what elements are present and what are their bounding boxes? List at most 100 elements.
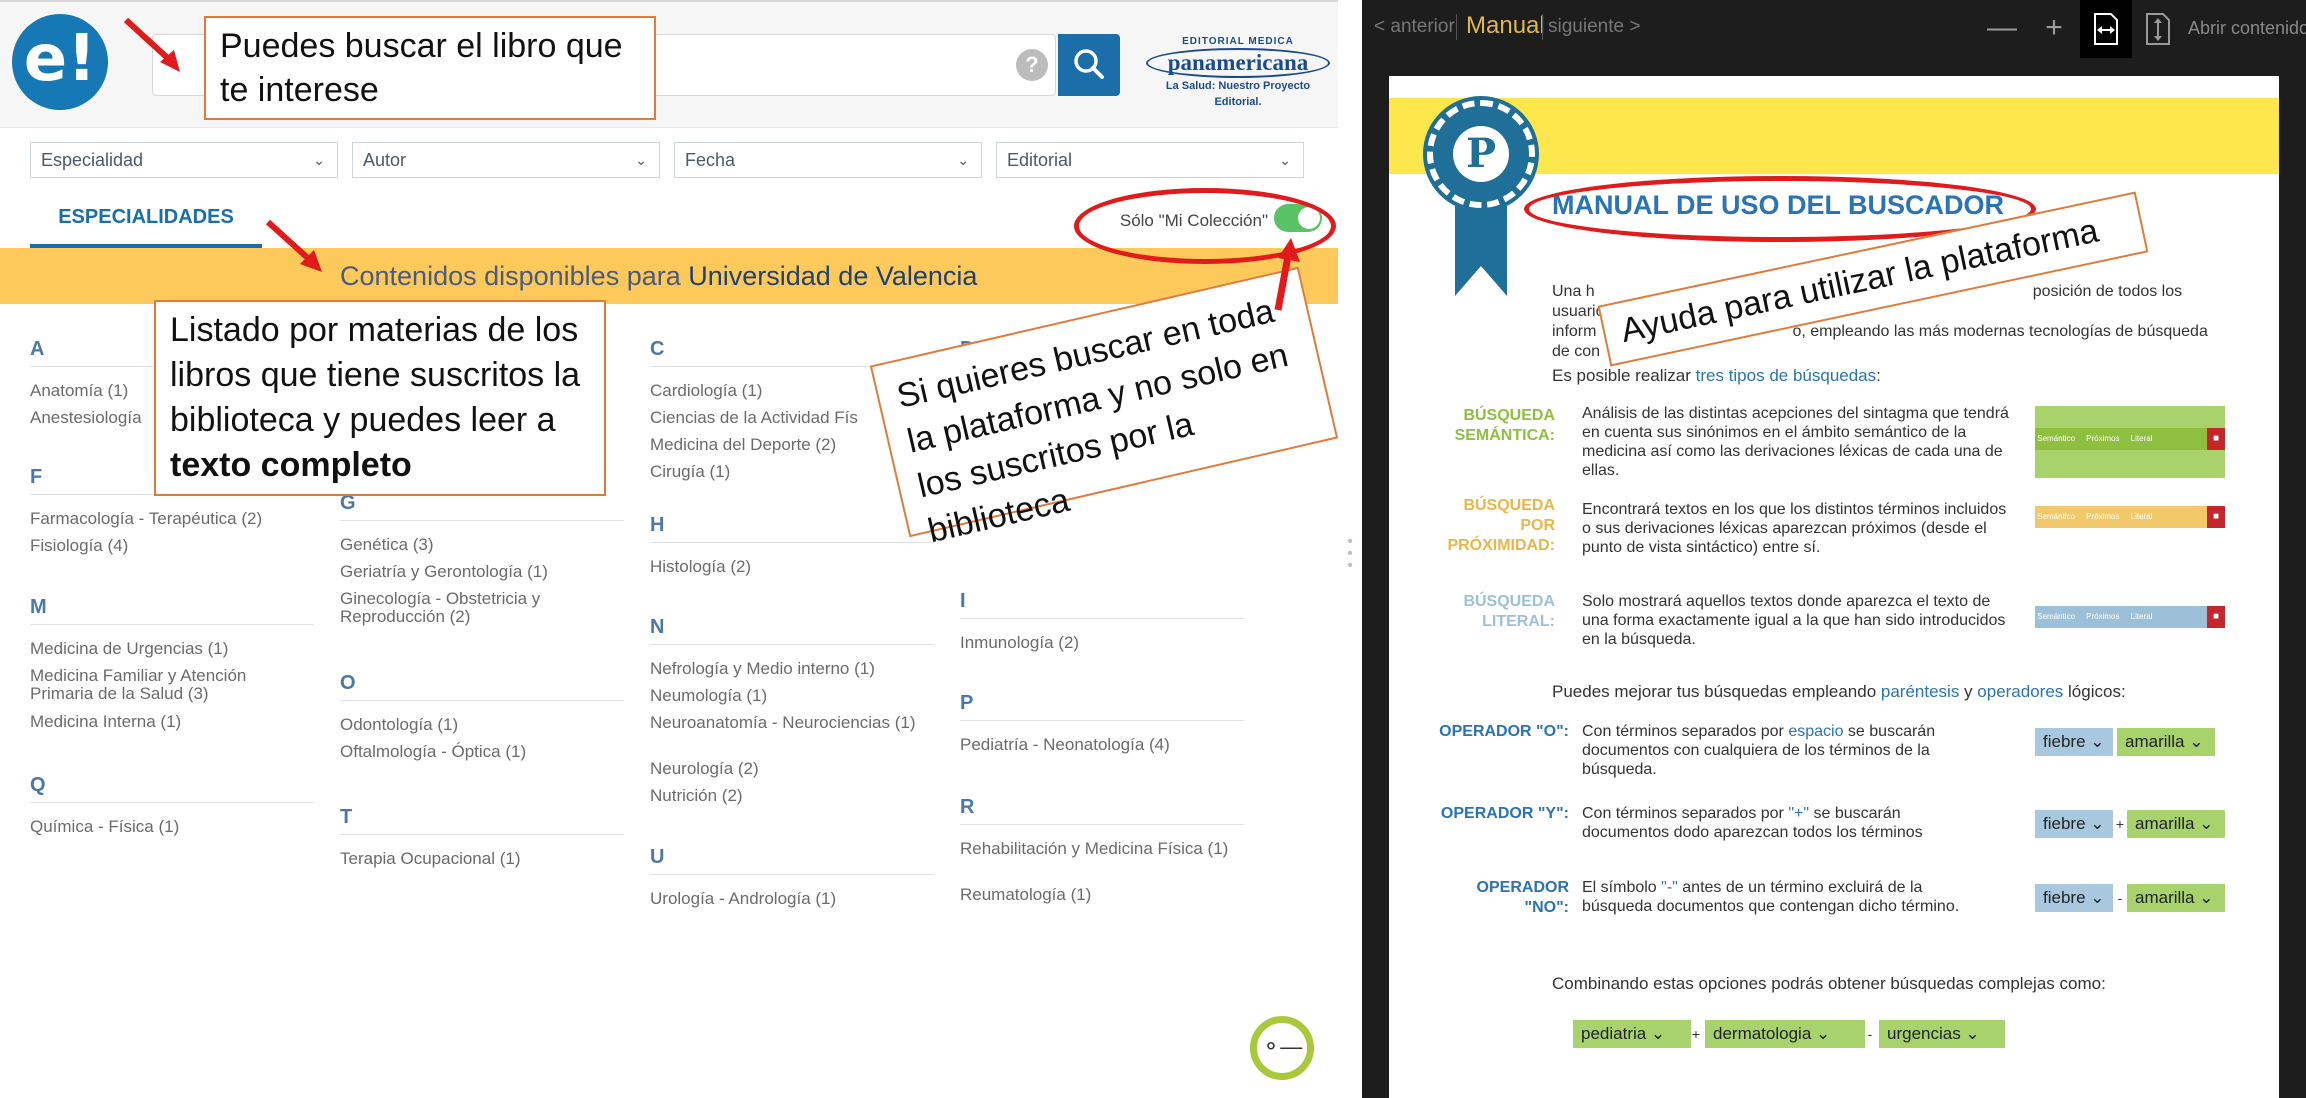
letter-heading: C [650,338,665,360]
publisher-logo[interactable]: EDITORIAL MEDICA panamericana La Salud: … [1142,36,1334,108]
specialty-link[interactable]: Nutrición (2) [650,787,930,805]
specialty-link[interactable]: Cirugía (1) [650,463,930,481]
specialty-link[interactable]: Neumología (1) [650,687,930,705]
specialty-link[interactable]: Pediatría - Neonatología (4) [960,736,1240,754]
mini-search-widget-literal: Semántico Próximos Literal ■ [2035,606,2225,650]
operator-separator: + [2115,816,2125,832]
mini-option: Literal [2130,434,2153,443]
operator-separator: + [1691,1026,1701,1042]
combining-text: Combinando estas opciones podrás obtener… [1552,974,2106,993]
specialty-link[interactable]: Farmacología - Terapéutica (2) [30,510,310,528]
query-chip[interactable]: pediatria ⌄ [1573,1020,1691,1048]
zoom-out-button[interactable]: — [1976,0,2028,58]
mini-option: Semántico [2037,612,2076,621]
prev-link[interactable]: < anterior [1374,16,1455,38]
trash-icon: ■ [2207,506,2225,528]
fit-height-button[interactable] [2132,0,2184,58]
letter-divider [960,618,1244,619]
operators-intro: Puedes mejorar tus búsquedas empleando p… [1552,682,2126,702]
intro-text: Una h [1552,283,1595,300]
viewer-toolbar: < anterior Manual siguiente > — + Abrir … [1362,0,2306,58]
operator-separator: - [2117,890,2123,906]
specialty-link[interactable]: Medicina de Urgencias (1) [30,640,310,658]
filter-label: Especialidad [41,150,144,170]
filter-fecha[interactable]: Fecha ⌄ [674,142,982,178]
filter-especialidad[interactable]: Especialidad ⌄ [30,142,338,178]
specialty-link[interactable]: Fisiología (4) [30,537,310,555]
help-icon[interactable]: ? [1016,49,1048,81]
letter-divider [650,874,934,875]
specialty-link[interactable]: Histología (2) [650,558,930,576]
letter-heading: T [340,806,353,828]
term-chip[interactable]: fiebre ⌄ [2035,810,2113,838]
letter-divider [340,700,624,701]
e-logo[interactable]: e! [12,14,108,110]
access-key-button[interactable]: ⚬— [1250,1016,1314,1080]
specialty-link[interactable]: Genética (3) [340,536,620,554]
ribbon-badge-icon: P [1427,100,1535,208]
specialty-link[interactable]: Ginecología - Obstetricia y Reproducción… [340,590,620,626]
parentesis-link[interactable]: paréntesis [1881,682,1959,701]
intro-text: inform [1552,323,1597,340]
intro-text: de con [1552,343,1601,360]
term-chip[interactable]: amarilla ⌄ [2127,810,2225,838]
specialty-link[interactable]: Oftalmología - Óptica (1) [340,743,620,761]
query-chip[interactable]: dermatologia ⌄ [1705,1020,1865,1048]
next-link[interactable]: siguiente > [1548,16,1640,38]
letter-divider [650,542,934,543]
drag-handle-icon[interactable]: • • • [1344,534,1356,576]
specialty-link[interactable]: Urología - Andrología (1) [650,890,930,908]
search-button[interactable] [1058,34,1120,96]
fit-width-button[interactable] [2080,0,2132,58]
operator-desc-text: Con términos separados por [1582,723,1789,740]
open-contents-link[interactable]: Abrir contenido [2188,18,2306,39]
mini-search-widget-semantica: Semántico Próximos Literal ■ [2035,406,2225,478]
specialty-link[interactable]: Terapia Ocupacional (1) [340,850,620,868]
specialty-link[interactable]: Geriatría y Gerontología (1) [340,563,620,581]
specialty-link[interactable]: Rehabilitación y Medicina Física (1) [960,840,1240,858]
chevron-down-icon: ⌄ [957,152,969,168]
search-types-intro: Es posible realizar tres tipos de búsque… [1552,366,1881,386]
search-type-desc-semantica: Análisis de las distintas acepciones del… [1582,405,2009,479]
term-chip[interactable]: fiebre ⌄ [2035,728,2113,756]
term-chip[interactable]: fiebre ⌄ [2035,884,2113,912]
specialty-link[interactable]: Inmunología (2) [960,634,1240,652]
annotation-listado: Listado por materias de los libros que t… [154,300,606,496]
mini-option: Próximos [2086,512,2120,521]
operadores-link[interactable]: operadores [1977,682,2063,701]
mini-option: Próximos [2086,434,2120,443]
letter-heading: P [960,692,974,714]
term-chip[interactable]: amarilla ⌄ [2117,728,2215,756]
letter-divider [30,624,314,625]
specialty-link[interactable]: Reumatología (1) [960,886,1240,904]
operator-desc: Con términos separados por espacio se bu… [1582,722,1992,779]
filter-editorial[interactable]: Editorial ⌄ [996,142,1304,178]
trash-icon: ■ [2207,606,2225,628]
zoom-in-button[interactable]: + [2028,0,2080,58]
mini-option: Semántico [2037,512,2076,521]
publisher-top: EDITORIAL MEDICA [1182,36,1294,47]
specialty-link[interactable]: Neurología (2) [650,760,930,778]
chevron-down-icon: ⌄ [1279,152,1291,168]
operator-symbol: "-" [1661,879,1678,896]
annotation-search: Puedes buscar el libro que te interese [204,16,656,120]
operator-symbol: espacio [1788,723,1844,740]
mini-option: Literal [2130,512,2153,521]
specialty-link[interactable]: Química - Física (1) [30,818,310,836]
query-chip[interactable]: urgencias ⌄ [1879,1020,2005,1048]
specialty-link[interactable]: Neuroanatomía - Neurociencias (1) [650,714,930,732]
search-type-label-semantica: BÚSQUEDA SEMÁNTICA: [1454,407,1555,444]
search-type-label-literal: BÚSQUEDA LITERAL: [1463,593,1555,630]
document-viewer: < anterior Manual siguiente > — + Abrir … [1362,0,2306,1098]
tipos-text: Es posible realizar [1552,366,1696,385]
letter-divider [960,824,1244,825]
specialty-link[interactable]: Medicina Interna (1) [30,713,310,731]
tipos-link[interactable]: tres tipos de búsquedas [1696,366,1877,385]
specialty-link[interactable]: Medicina Familiar y Atención Primaria de… [30,667,310,703]
specialty-link[interactable]: Odontología (1) [340,716,620,734]
filter-autor[interactable]: Autor ⌄ [352,142,660,178]
specialty-link[interactable]: Nefrología y Medio interno (1) [650,660,930,678]
mini-options: Semántico Próximos Literal ■ [2035,606,2225,628]
term-chip[interactable]: amarilla ⌄ [2127,884,2225,912]
tab-especialidades[interactable]: ESPECIALIDADES [30,200,262,248]
